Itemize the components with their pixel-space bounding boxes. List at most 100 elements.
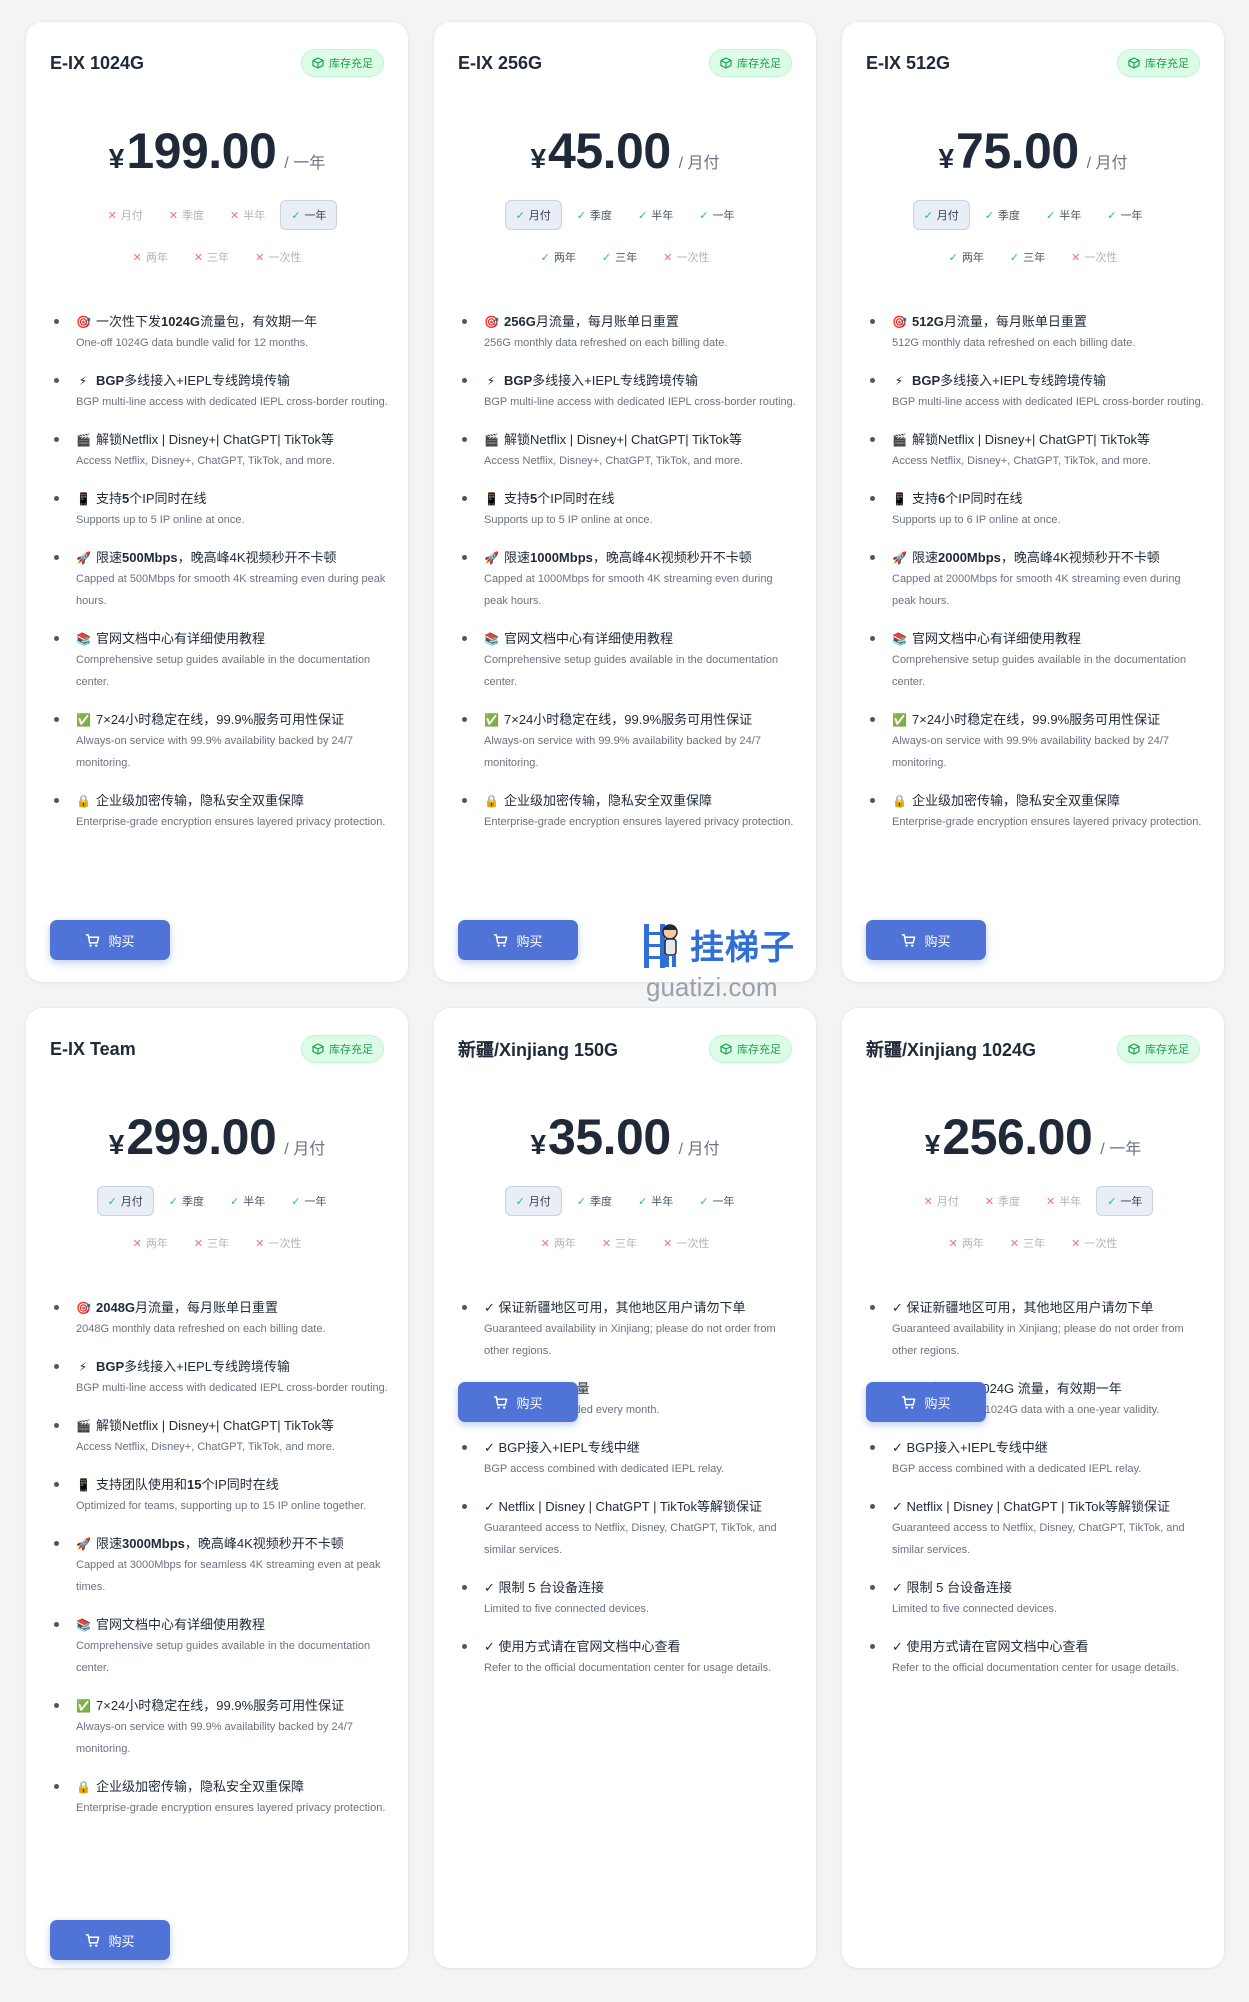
billing-cycle-option[interactable]: ✕ 半年 <box>219 200 276 230</box>
billing-cycle-option[interactable]: ✕ 一次性 <box>652 242 720 272</box>
watermark-cn: 挂梯子 <box>690 928 795 967</box>
buy-button[interactable]: 购买 <box>458 920 578 960</box>
buy-button[interactable]: 购买 <box>866 920 986 960</box>
feature-item: 📱 支持6个IP同时在线 Supports up to 6 IP online at… <box>864 489 1206 531</box>
billing-cycle-option[interactable]: ✓ 季度 <box>158 1186 215 1216</box>
price: ¥35.00 / 月付 <box>434 1108 816 1166</box>
billing-cycle-option[interactable]: ✓ 一年 <box>688 200 745 230</box>
billing-cycle-option[interactable]: ✕ 两年 <box>122 242 179 272</box>
feature-title: ✓ 保证新疆地区可用，其他地区用户请勿下单 <box>484 1298 798 1318</box>
price-period: / 月付 <box>1086 155 1128 172</box>
feature-title: 🚀 限速1000Mbps，晚高峰4K视频秒开不卡顿 <box>484 548 798 568</box>
billing-cycle-option[interactable]: ✓ 一年 <box>280 200 338 230</box>
feature-description: Capped at 1000Mbps for smooth 4K streami… <box>484 573 773 607</box>
billing-cycle-option[interactable]: ✓ 半年 <box>1035 200 1092 230</box>
check-icon: ✓ <box>576 209 586 222</box>
feature-icon: 🎬 <box>484 433 499 447</box>
billing-cycle-option[interactable]: ✕ 半年 <box>1035 1186 1092 1216</box>
billing-cycle-option[interactable]: ✕ 一次性 <box>1060 242 1128 272</box>
billing-cycle-option[interactable]: ✕ 季度 <box>158 200 215 230</box>
billing-cycle-option[interactable]: ✕ 一次性 <box>1060 1228 1128 1258</box>
feature-title: ✓ Netflix | Disney | ChatGPT | TikTok等解锁… <box>484 1497 798 1517</box>
buy-button[interactable]: 购买 <box>50 1920 170 1960</box>
buy-button-label: 购买 <box>516 1395 543 1411</box>
billing-cycle-option[interactable]: ✓ 半年 <box>627 1186 684 1216</box>
feature-item: ✓ Netflix | Disney | ChatGPT | TikTok等解锁… <box>456 1497 798 1561</box>
feature-description: BGP access combined with dedicated IEPL … <box>484 1463 725 1475</box>
feature-item: ✓ Netflix | Disney | ChatGPT | TikTok等解锁… <box>864 1497 1206 1561</box>
price-amount: 45.00 <box>548 123 671 179</box>
billing-cycle-option[interactable]: ✕ 月付 <box>913 1186 970 1216</box>
buy-button[interactable]: 购买 <box>50 920 170 960</box>
box-icon <box>720 57 732 69</box>
billing-cycle-option[interactable]: ✓ 三年 <box>591 242 648 272</box>
billing-cycle-option[interactable]: ✓ 季度 <box>566 200 623 230</box>
feature-text: ✓ 保证新疆地区可用，其他地区用户请勿下单 <box>484 1298 746 1318</box>
stock-label: 库存充足 <box>329 58 373 70</box>
billing-cycle-option[interactable]: ✓ 月付 <box>504 1186 562 1216</box>
feature-text-pre: 支持 <box>96 491 123 506</box>
feature-text: 支持6个IP同时在线 <box>912 489 1023 509</box>
feature-text-post: 企业级加密传输，隐私安全双重保障 <box>96 1779 305 1794</box>
feature-title: 📚 官网文档中心有详细使用教程 <box>76 1615 390 1635</box>
feature-text-post: 官网文档中心有详细使用教程 <box>504 631 674 646</box>
feature-text-pre: 限速 <box>96 1536 123 1551</box>
feature-title: 🚀 限速500Mbps，晚高峰4K视频秒开不卡顿 <box>76 548 390 568</box>
billing-cycle-label: 半年 <box>1059 1196 1082 1208</box>
billing-cycle-option[interactable]: ✓ 两年 <box>530 242 587 272</box>
billing-cycle-option[interactable]: ✓ 两年 <box>938 242 995 272</box>
billing-cycle-option[interactable]: ✓ 三年 <box>999 242 1056 272</box>
billing-cycle-option[interactable]: ✓ 一年 <box>1096 1186 1154 1216</box>
billing-cycle-label: 一年 <box>304 1196 327 1208</box>
check-icon: ✓ <box>1107 209 1117 222</box>
billing-cycle-label: 三年 <box>207 1238 230 1250</box>
billing-cycle-option[interactable]: ✓ 季度 <box>974 200 1031 230</box>
price-currency: ¥ <box>108 1129 125 1160</box>
buy-button[interactable]: 购买 <box>866 1382 986 1422</box>
buy-button[interactable]: 购买 <box>458 1382 578 1422</box>
price: ¥45.00 / 月付 <box>434 122 816 180</box>
feature-icon: ⚡ <box>894 374 904 388</box>
billing-cycle-option[interactable]: ✕ 一次性 <box>652 1228 720 1258</box>
feature-text-post: 个IP同时在线 <box>537 491 615 506</box>
feature-item: ✅ 7×24小时稳定在线，99.9%服务可用性保证 Always-on servic… <box>456 710 798 774</box>
feature-description: Comprehensive setup guides available in … <box>76 1640 371 1674</box>
billing-cycle-options: ✕ 月付 ✕ 季度 ✕ 半年 ✓ 一年 ✕ 两年 ✕ 三年 ✕ 一次性 <box>56 200 378 272</box>
feature-text-bold: BGP <box>96 373 125 388</box>
plan-name: E-IX 256G <box>458 52 543 73</box>
billing-cycle-option[interactable]: ✓ 一年 <box>1096 200 1153 230</box>
feature-text: ✓ 限制 5 台设备连接 <box>892 1578 1012 1598</box>
buy-button-label: 购买 <box>924 1395 951 1411</box>
stock-label: 库存充足 <box>1145 58 1189 70</box>
feature-description: BGP multi-line access with dedicated IEP… <box>892 396 1204 408</box>
billing-cycle-option[interactable]: ✓ 月付 <box>96 1186 154 1216</box>
feature-text-post: 企业级加密传输，隐私安全双重保障 <box>504 793 713 808</box>
billing-cycle-option[interactable]: ✓ 半年 <box>627 200 684 230</box>
feature-text: 官网文档中心有详细使用教程 <box>504 629 673 649</box>
billing-cycle-option[interactable]: ✕ 两年 <box>530 1228 587 1258</box>
billing-cycle-option[interactable]: ✓ 月付 <box>912 200 970 230</box>
billing-cycle-option[interactable]: ✕ 三年 <box>591 1228 648 1258</box>
billing-cycle-option[interactable]: ✓ 一年 <box>280 1186 337 1216</box>
billing-cycle-option[interactable]: ✕ 季度 <box>974 1186 1031 1216</box>
billing-cycle-option[interactable]: ✓ 月付 <box>504 200 562 230</box>
billing-cycle-option[interactable]: ✕ 一次性 <box>244 1228 312 1258</box>
billing-cycle-option[interactable]: ✕ 两年 <box>122 1228 179 1258</box>
billing-cycle-option[interactable]: ✕ 两年 <box>938 1228 995 1258</box>
feature-title: ✓ 保证新疆地区可用，其他地区用户请勿下单 <box>892 1298 1206 1318</box>
billing-cycle-option[interactable]: ✕ 三年 <box>183 242 240 272</box>
billing-cycle-option[interactable]: ✕ 一次性 <box>244 242 312 272</box>
billing-cycle-option[interactable]: ✓ 半年 <box>219 1186 276 1216</box>
feature-title: ✅ 7×24小时稳定在线，99.9%服务可用性保证 <box>484 710 798 730</box>
billing-cycle-option[interactable]: ✕ 月付 <box>97 200 154 230</box>
billing-cycle-option[interactable]: ✓ 季度 <box>566 1186 623 1216</box>
feature-title: 📱 支持团队使用和15个IP同时在线 <box>76 1475 390 1495</box>
billing-cycle-option[interactable]: ✕ 三年 <box>183 1228 240 1258</box>
billing-cycle-option[interactable]: ✓ 一年 <box>688 1186 745 1216</box>
feature-icon: ⚡ <box>78 374 88 388</box>
billing-cycle-option[interactable]: ✕ 三年 <box>999 1228 1056 1258</box>
feature-description: Access Netflix, Disney+, ChatGPT, TikTok… <box>76 455 335 467</box>
feature-text-bold: 512G <box>912 314 944 329</box>
feature-list: ✓ 保证新疆地区可用，其他地区用户请勿下单 Guaranteed availabi… <box>456 1298 798 1696</box>
cross-icon: ✕ <box>132 1237 142 1250</box>
